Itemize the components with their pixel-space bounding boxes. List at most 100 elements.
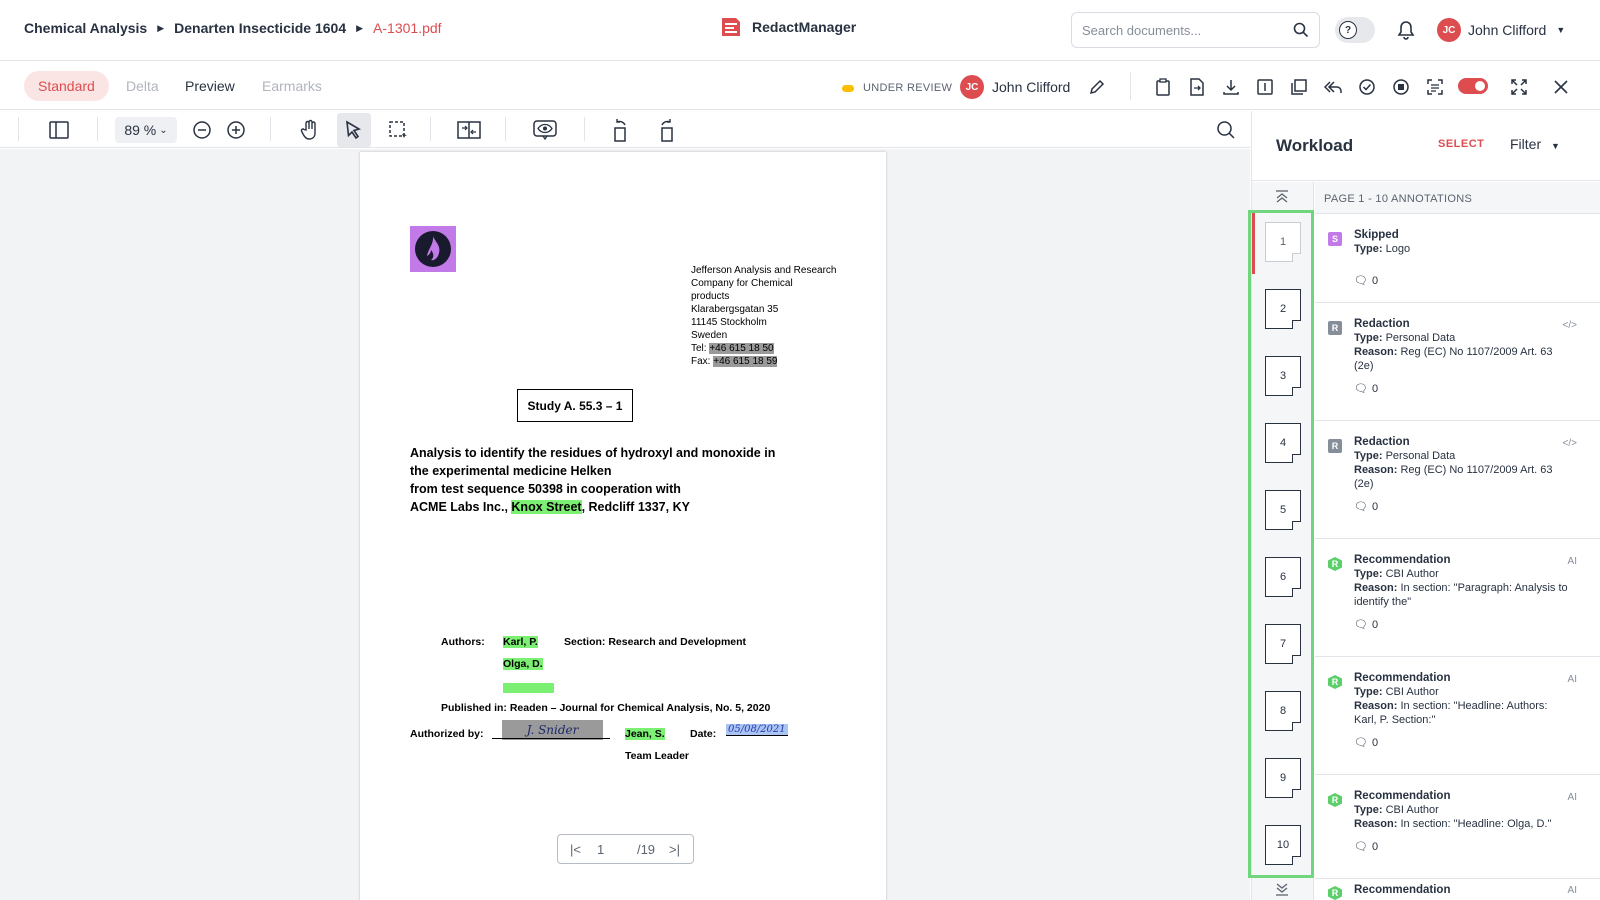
page-thumbnail-4[interactable]: 4 bbox=[1265, 423, 1301, 463]
first-page-icon[interactable]: |< bbox=[570, 842, 581, 857]
edit-pencil-icon[interactable] bbox=[1086, 76, 1108, 98]
tab-earmarks[interactable]: Earmarks bbox=[248, 71, 336, 101]
page-thumbnail-10[interactable]: 10 bbox=[1265, 825, 1301, 865]
zoom-in-icon[interactable] bbox=[223, 117, 249, 143]
tab-standard[interactable]: Standard bbox=[24, 71, 109, 101]
redaction-preview-toggle[interactable] bbox=[1458, 78, 1488, 94]
recommended-empty-highlight[interactable] bbox=[503, 683, 554, 693]
current-page-input[interactable]: 1 bbox=[597, 842, 637, 857]
annotation-item[interactable]: R AI Recommendation bbox=[1315, 880, 1600, 900]
comment-count[interactable]: 🗨 0 bbox=[1354, 500, 1378, 514]
assignee-name: John Clifford bbox=[992, 79, 1071, 95]
pan-hand-icon[interactable] bbox=[297, 117, 323, 143]
preview-eye-icon[interactable] bbox=[532, 117, 558, 143]
brand[interactable]: RedactManager bbox=[718, 14, 856, 40]
approve-check-icon[interactable] bbox=[1356, 76, 1378, 98]
comment-icon: 🗨 bbox=[1354, 841, 1368, 853]
zoom-out-icon[interactable] bbox=[189, 117, 215, 143]
page-fold bbox=[1292, 856, 1301, 865]
annotation-item[interactable]: R AI Recommendation Type: CBI Author Rea… bbox=[1315, 658, 1600, 775]
select-button[interactable]: SELECT bbox=[1438, 138, 1484, 150]
page-thumbnail-9[interactable]: 9 bbox=[1265, 758, 1301, 798]
annotation-body: Redaction Type: Personal Data Reason: Re… bbox=[1354, 317, 1569, 373]
recommended-author[interactable]: Olga, D. bbox=[503, 658, 543, 670]
redacted-signature[interactable]: J. Snider bbox=[502, 720, 603, 740]
clipboard-icon[interactable] bbox=[1152, 76, 1174, 98]
toggle-sidebar-icon[interactable] bbox=[46, 117, 72, 143]
comment-count[interactable]: 🗨 0 bbox=[1354, 736, 1378, 750]
download-icon[interactable] bbox=[1220, 76, 1242, 98]
document-info-icon[interactable] bbox=[1254, 76, 1276, 98]
scroll-to-bottom-icon[interactable] bbox=[1274, 882, 1290, 896]
tab-preview[interactable]: Preview bbox=[171, 71, 249, 101]
notifications-bell-icon[interactable] bbox=[1397, 20, 1415, 40]
tab-delta[interactable]: Delta bbox=[112, 71, 173, 101]
page-thumbnail-1[interactable]: 1 bbox=[1265, 222, 1301, 262]
recommended-authorizer[interactable]: Jean, S. bbox=[625, 728, 665, 740]
recommendation-badge-icon: R bbox=[1328, 557, 1342, 571]
breadcrumb-separator-icon: ▶ bbox=[356, 22, 364, 33]
annotation-item[interactable]: R AI Recommendation Type: CBI Author Rea… bbox=[1315, 540, 1600, 657]
page-thumbnail-5[interactable]: 5 bbox=[1265, 490, 1301, 530]
comment-count[interactable]: 🗨 0 bbox=[1354, 274, 1378, 288]
zoom-select[interactable]: 89 % ⌄ bbox=[115, 117, 177, 143]
annotation-item[interactable]: R </> Redaction Type: Personal Data Reas… bbox=[1315, 422, 1600, 539]
redacted-phone[interactable]: +46 615 18 50 bbox=[709, 343, 774, 354]
role-label: Team Leader bbox=[625, 750, 689, 762]
annotation-item[interactable]: R </> Redaction Type: Personal Data Reas… bbox=[1315, 304, 1600, 421]
company-logo-flame-icon[interactable] bbox=[410, 226, 456, 272]
scroll-to-top-icon[interactable] bbox=[1274, 190, 1290, 204]
breadcrumb-dossier-template[interactable]: Chemical Analysis bbox=[24, 20, 147, 36]
comment-count[interactable]: 🗨 0 bbox=[1354, 618, 1378, 632]
page-thumbnail-7[interactable]: 7 bbox=[1265, 624, 1301, 664]
fullscreen-icon[interactable] bbox=[1508, 76, 1530, 98]
brand-logo-icon bbox=[718, 14, 744, 40]
breadcrumb-dossier[interactable]: Denarten Insecticide 1604 bbox=[174, 20, 346, 36]
handwritten-date[interactable]: 05/08/2021 bbox=[726, 724, 788, 736]
ocr-scan-icon[interactable] bbox=[1424, 76, 1446, 98]
page-thumbnail-2[interactable]: 2 bbox=[1265, 289, 1301, 329]
published-line: Published in: Readen – Journal for Chemi… bbox=[441, 702, 771, 714]
reason-label: Reason: bbox=[1354, 700, 1398, 712]
rotate-left-icon[interactable] bbox=[608, 117, 634, 143]
annotation-title: Recommendation bbox=[1354, 790, 1451, 802]
search-input[interactable] bbox=[1082, 22, 1293, 38]
search-icon[interactable] bbox=[1293, 22, 1309, 38]
fax-label: Fax: bbox=[691, 356, 711, 367]
document-viewer[interactable]: Jefferson Analysis and Research Company … bbox=[0, 149, 1250, 900]
breadcrumb-separator-icon: ▶ bbox=[157, 22, 165, 33]
close-icon[interactable] bbox=[1550, 76, 1572, 98]
search-box[interactable] bbox=[1071, 12, 1320, 48]
annotation-body: Recommendation Type: CBI Author Reason: … bbox=[1354, 671, 1569, 727]
select-cursor-icon[interactable] bbox=[337, 113, 371, 147]
recommended-street[interactable]: Knox Street bbox=[511, 500, 582, 514]
page-thumbnail-8[interactable]: 8 bbox=[1265, 691, 1301, 731]
document-search-icon[interactable] bbox=[1213, 117, 1239, 143]
rectangle-select-icon[interactable] bbox=[385, 117, 411, 143]
comment-count[interactable]: 🗨 0 bbox=[1354, 382, 1378, 396]
filter-dropdown[interactable]: Filter ▼ bbox=[1510, 136, 1560, 152]
annotation-item[interactable]: R AI Recommendation Type: CBI Author Rea… bbox=[1315, 776, 1600, 879]
stop-record-icon[interactable] bbox=[1390, 76, 1412, 98]
page-thumbnail-3[interactable]: 3 bbox=[1265, 356, 1301, 396]
fax-line: Fax: +46 615 18 59 bbox=[691, 355, 836, 368]
section-label: Section: Research and Development bbox=[564, 636, 747, 648]
help-mode-toggle[interactable]: ? bbox=[1335, 17, 1375, 43]
assignee[interactable]: JC John Clifford bbox=[960, 75, 1070, 99]
comment-count[interactable]: 🗨 0 bbox=[1354, 840, 1378, 854]
file-export-icon[interactable] bbox=[1186, 76, 1208, 98]
annotation-item[interactable]: S Skipped Type: Logo 🗨 0 bbox=[1315, 215, 1600, 303]
recommended-author[interactable]: Karl, P. bbox=[503, 636, 538, 648]
analysis-line: from test sequence 50398 in cooperation … bbox=[410, 482, 681, 496]
copy-pages-icon[interactable] bbox=[1288, 76, 1310, 98]
rotate-right-icon[interactable] bbox=[653, 117, 679, 143]
breadcrumb-file[interactable]: A-1301.pdf bbox=[373, 20, 442, 36]
redacted-fax[interactable]: +46 615 18 59 bbox=[713, 356, 778, 367]
last-page-icon[interactable]: >| bbox=[669, 842, 680, 857]
user-menu[interactable]: JC John Clifford ▼ bbox=[1437, 18, 1565, 42]
document-page[interactable]: Jefferson Analysis and Research Company … bbox=[360, 152, 886, 900]
panel-title: Workload bbox=[1276, 136, 1354, 155]
page-thumbnail-6[interactable]: 6 bbox=[1265, 557, 1301, 597]
reply-all-icon[interactable] bbox=[1322, 76, 1344, 98]
compare-pages-icon[interactable] bbox=[456, 117, 482, 143]
